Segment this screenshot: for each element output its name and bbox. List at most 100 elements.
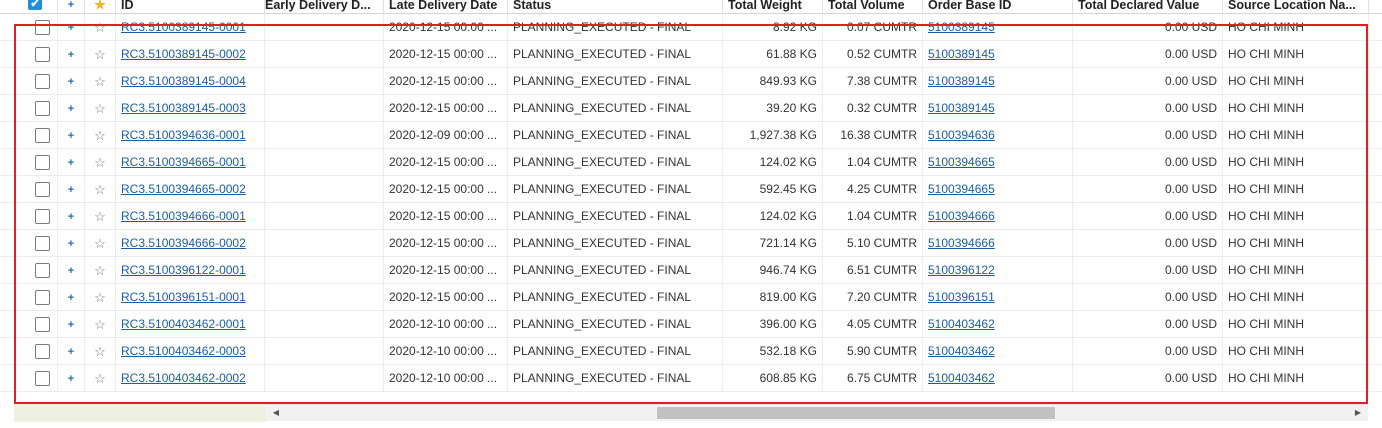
row-favorite-cell[interactable]: ☆ [85, 122, 116, 149]
column-header-early-delivery[interactable]: Early Delivery D... [265, 0, 384, 14]
row-favorite-cell[interactable]: ☆ [85, 149, 116, 176]
plus-icon[interactable]: + [68, 211, 74, 223]
id-link[interactable]: RC3.5100389145-0003 [121, 101, 246, 115]
header-plus[interactable]: + [58, 0, 85, 14]
order-base-id-link[interactable]: 5100389145 [928, 101, 995, 115]
table-row[interactable]: + ☆ RC3.5100403462-0002 2020-12-10 00:00 ..… [0, 365, 1382, 392]
row-checkbox[interactable] [35, 20, 50, 35]
id-link[interactable]: RC3.5100394636-0001 [121, 128, 246, 142]
table-row[interactable]: + ☆ RC3.5100396122-0001 2020-12-15 00:00 ..… [0, 257, 1382, 284]
row-favorite-cell[interactable]: ☆ [85, 176, 116, 203]
column-header-order-base-id[interactable]: Order Base ID [923, 0, 1073, 14]
row-checkbox[interactable] [35, 209, 50, 224]
row-checkbox[interactable] [35, 182, 50, 197]
star-outline-icon[interactable]: ☆ [94, 20, 106, 35]
row-checkbox[interactable] [35, 47, 50, 62]
table-row[interactable]: + ☆ RC3.5100394666-0001 2020-12-15 00:00 ..… [0, 203, 1382, 230]
row-checkbox[interactable] [35, 290, 50, 305]
plus-icon[interactable]: + [68, 319, 74, 331]
row-expand-cell[interactable]: + [58, 149, 85, 176]
table-row[interactable]: + ☆ RC3.5100389145-0002 2020-12-15 00:00 ..… [0, 41, 1382, 68]
row-checkbox[interactable] [35, 74, 50, 89]
id-link[interactable]: RC3.5100396151-0001 [121, 290, 246, 304]
plus-icon[interactable]: + [68, 238, 74, 250]
row-expand-cell[interactable]: + [58, 311, 85, 338]
order-base-id-link[interactable]: 5100389145 [928, 74, 995, 88]
row-checkbox[interactable] [35, 128, 50, 143]
star-outline-icon[interactable]: ☆ [94, 128, 106, 143]
column-header-status[interactable]: Status [508, 0, 723, 14]
star-outline-icon[interactable]: ☆ [94, 236, 106, 251]
order-base-id-link[interactable]: 5100394666 [928, 236, 995, 250]
plus-icon[interactable]: + [68, 265, 74, 277]
plus-icon[interactable]: + [68, 373, 74, 385]
table-row[interactable]: + ☆ RC3.5100389145-0004 2020-12-15 00:00 ..… [0, 68, 1382, 95]
id-link[interactable]: RC3.5100403462-0002 [121, 371, 246, 385]
row-favorite-cell[interactable]: ☆ [85, 338, 116, 365]
row-checkbox[interactable] [35, 236, 50, 251]
row-select-cell[interactable] [0, 203, 58, 230]
column-header-id[interactable]: ID [116, 0, 265, 14]
order-base-id-link[interactable]: 5100403462 [928, 371, 995, 385]
star-outline-icon[interactable]: ☆ [94, 182, 106, 197]
plus-icon[interactable]: + [68, 346, 74, 358]
row-checkbox[interactable] [35, 344, 50, 359]
id-link[interactable]: RC3.5100394666-0002 [121, 236, 246, 250]
row-select-cell[interactable] [0, 311, 58, 338]
order-base-id-link[interactable]: 5100396122 [928, 263, 995, 277]
star-outline-icon[interactable]: ☆ [94, 101, 106, 116]
order-base-id-link[interactable]: 5100396151 [928, 290, 995, 304]
order-base-id-link[interactable]: 5100389145 [928, 47, 995, 61]
column-header-total-volume[interactable]: Total Volume [823, 0, 923, 14]
column-header-total-declared-value[interactable]: Total Declared Value [1073, 0, 1223, 14]
row-favorite-cell[interactable]: ☆ [85, 95, 116, 122]
row-select-cell[interactable] [0, 68, 58, 95]
row-expand-cell[interactable]: + [58, 14, 85, 41]
row-favorite-cell[interactable]: ☆ [85, 14, 116, 41]
row-select-cell[interactable] [0, 284, 58, 311]
row-expand-cell[interactable]: + [58, 365, 85, 392]
table-row[interactable]: + ☆ RC3.5100394665-0001 2020-12-15 00:00 ..… [0, 149, 1382, 176]
row-favorite-cell[interactable]: ☆ [85, 230, 116, 257]
plus-icon[interactable]: + [68, 130, 74, 142]
row-select-cell[interactable] [0, 338, 58, 365]
header-favorite[interactable]: ★ [85, 0, 116, 14]
row-checkbox[interactable] [35, 263, 50, 278]
row-expand-cell[interactable]: + [58, 41, 85, 68]
order-base-id-link[interactable]: 5100394665 [928, 182, 995, 196]
id-link[interactable]: RC3.5100394666-0001 [121, 209, 246, 223]
id-link[interactable]: RC3.5100389145-0004 [121, 74, 246, 88]
column-header-total-weight[interactable]: Total Weight [723, 0, 823, 14]
table-row[interactable]: + ☆ RC3.5100394666-0002 2020-12-15 00:00 ..… [0, 230, 1382, 257]
order-base-id-link[interactable]: 5100403462 [928, 344, 995, 358]
order-base-id-link[interactable]: 5100394666 [928, 209, 995, 223]
header-select-all[interactable]: ✔ [0, 0, 58, 14]
star-outline-icon[interactable]: ☆ [94, 317, 106, 332]
order-base-id-link[interactable]: 5100394636 [928, 128, 995, 142]
row-expand-cell[interactable]: + [58, 284, 85, 311]
table-row[interactable]: + ☆ RC3.5100389145-0003 2020-12-15 00:00 ..… [0, 95, 1382, 122]
column-header-late-delivery[interactable]: Late Delivery Date [384, 0, 508, 14]
plus-icon[interactable]: + [68, 22, 74, 34]
row-select-cell[interactable] [0, 149, 58, 176]
star-outline-icon[interactable]: ☆ [94, 74, 106, 89]
id-link[interactable]: RC3.5100396122-0001 [121, 263, 246, 277]
id-link[interactable]: RC3.5100394665-0001 [121, 155, 246, 169]
table-row[interactable]: + ☆ RC3.5100394636-0001 2020-12-09 00:00 ..… [0, 122, 1382, 149]
table-row[interactable]: + ☆ RC3.5100396151-0001 2020-12-15 00:00 ..… [0, 284, 1382, 311]
id-link[interactable]: RC3.5100389145-0002 [121, 47, 246, 61]
row-expand-cell[interactable]: + [58, 122, 85, 149]
row-favorite-cell[interactable]: ☆ [85, 311, 116, 338]
star-outline-icon[interactable]: ☆ [94, 344, 106, 359]
order-base-id-link[interactable]: 5100403462 [928, 317, 995, 331]
row-expand-cell[interactable]: + [58, 176, 85, 203]
row-select-cell[interactable] [0, 176, 58, 203]
plus-icon[interactable]: + [68, 49, 74, 61]
row-select-cell[interactable] [0, 95, 58, 122]
order-base-id-link[interactable]: 5100394665 [928, 155, 995, 169]
row-select-cell[interactable] [0, 41, 58, 68]
star-outline-icon[interactable]: ☆ [94, 209, 106, 224]
row-favorite-cell[interactable]: ☆ [85, 365, 116, 392]
plus-icon[interactable]: + [68, 103, 74, 115]
table-row[interactable]: + ☆ RC3.5100394665-0002 2020-12-15 00:00 ..… [0, 176, 1382, 203]
